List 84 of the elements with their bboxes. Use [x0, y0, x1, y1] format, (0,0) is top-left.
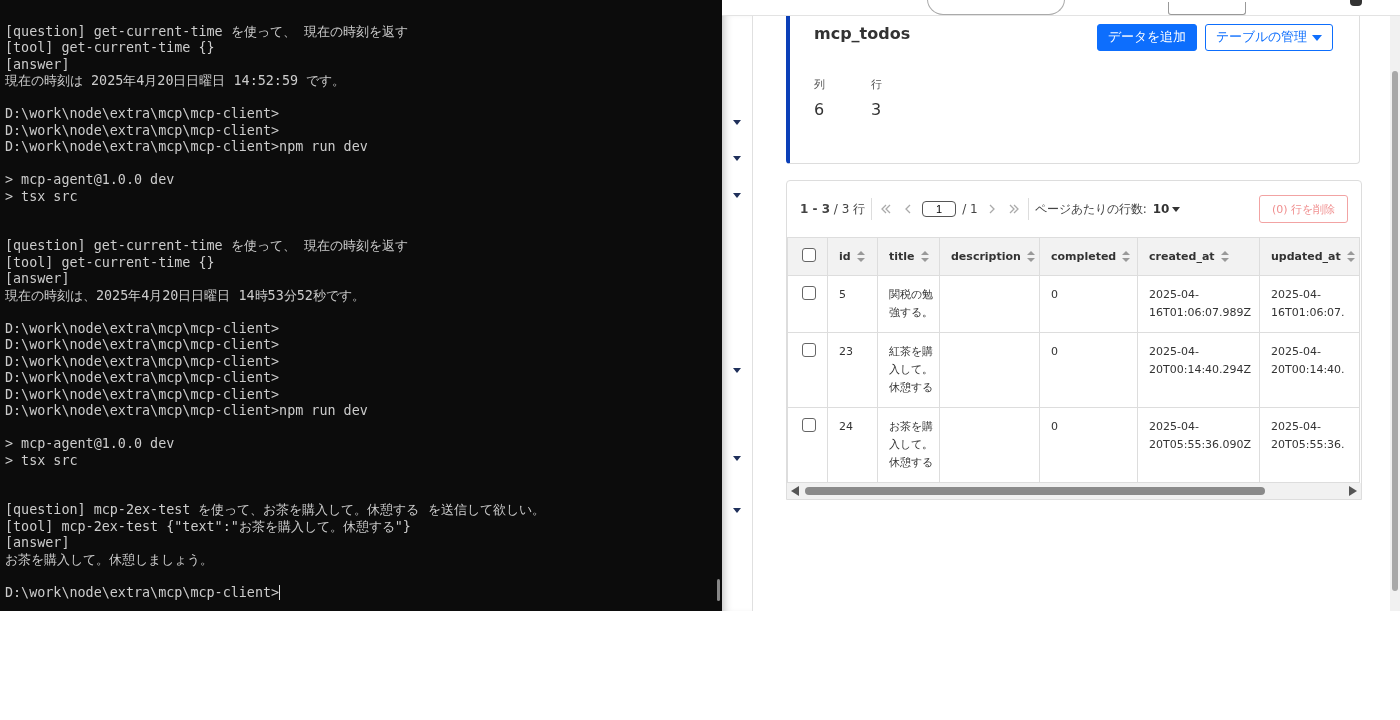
terminal-line: D:\work\node\extra\mcp\mcp-client>: [5, 353, 280, 370]
terminal-line: D:\work\node\extra\mcp\mcp-client>: [5, 337, 280, 354]
terminal-line: D:\work\node\extra\mcp\mcp-client>npm run dev: [5, 139, 368, 156]
row-checkbox[interactable]: [802, 418, 816, 432]
terminal-line: [tool] mcp-2ex-test {"text":"お茶を購入して。休憩する"}: [5, 518, 411, 535]
horizontal-scrollbar[interactable]: [787, 483, 1361, 499]
table-cell-text: 0: [1051, 344, 1059, 360]
terminal-line: [tool] get-current-time {}: [5, 40, 215, 57]
terminal-line: D:\work\node\extra\mcp\mcp-client>npm run dev: [5, 403, 368, 420]
add-button[interactable]: [1168, 2, 1246, 15]
stat-label: 行: [871, 77, 882, 92]
caret-icon[interactable]: [733, 456, 741, 461]
table-cell-text: 24: [839, 419, 854, 435]
sort-icon[interactable]: [1220, 251, 1229, 262]
terminal-line: [answer]: [5, 271, 70, 288]
caret-icon[interactable]: [733, 508, 741, 513]
column-header[interactable]: id: [839, 250, 851, 263]
table-cell-text: 2025-04-16T01:06:07.989Z: [1149, 287, 1253, 321]
manage-table-button[interactable]: テーブルの管理: [1205, 24, 1333, 51]
table-cell-text: 5: [839, 287, 847, 303]
page-count: / 1: [962, 202, 978, 216]
text-cursor: [279, 585, 281, 601]
table-cell-text: 2025-04-16T01:06:07.: [1271, 287, 1346, 321]
terminal-line: > mcp-agent@1.0.0 dev: [5, 436, 175, 453]
stat-label: 列: [814, 77, 825, 92]
table-cell-text: 2025-04-20T05:55:36.090Z: [1149, 419, 1253, 453]
terminal-line: [question] get-current-time を使って、 現在の時刻を返す: [5, 23, 408, 40]
scroll-left-icon[interactable]: [791, 486, 799, 496]
table-title: mcp_todos: [814, 24, 911, 43]
rows-per-page-label: ページあたりの行数:: [1034, 200, 1147, 218]
scrollbar-thumb[interactable]: [717, 579, 720, 601]
terminal-line: > tsx src: [5, 188, 78, 205]
caret-icon[interactable]: [733, 120, 741, 125]
terminal-line: D:\work\node\extra\mcp\mcp-client>: [5, 320, 280, 337]
caret-icon: [1312, 34, 1322, 41]
last-page-icon[interactable]: [1007, 203, 1020, 215]
sort-icon[interactable]: [1346, 251, 1355, 262]
page-input[interactable]: 1: [922, 201, 957, 217]
terminal-line: [answer]: [5, 535, 70, 552]
terminal-line: [question] mcp-2ex-test を使って、お茶を購入して。休憩する を送信して欲しい。: [5, 502, 545, 519]
caret-icon: [1172, 206, 1181, 212]
caret-icon[interactable]: [733, 156, 741, 161]
terminal-line: 現在の時刻は 2025年4月20日日曜日 14:52:59 です。: [5, 73, 346, 90]
caret-icon[interactable]: [733, 368, 741, 373]
table-cell-text: 2025-04-20T00:14:40.294Z: [1149, 344, 1253, 378]
vertical-scrollbar[interactable]: [1390, 16, 1400, 611]
table-cell-text: 紅茶を購入して。休憩する: [889, 344, 934, 396]
sort-icon[interactable]: [1026, 251, 1035, 262]
first-page-icon[interactable]: [880, 203, 893, 215]
terminal-line: D:\work\node\extra\mcp\mcp-client>: [5, 106, 280, 123]
terminal-line: D:\work\node\extra\mcp\mcp-client>: [5, 370, 280, 387]
column-header[interactable]: created_at: [1149, 250, 1215, 263]
terminal-line: D:\work\node\extra\mcp\mcp-client>: [5, 386, 280, 403]
scroll-right-icon[interactable]: [1349, 486, 1357, 496]
table-cell-text: 0: [1051, 287, 1059, 303]
add-data-button[interactable]: データを追加: [1097, 24, 1197, 51]
sort-icon[interactable]: [1122, 251, 1131, 262]
row-checkbox[interactable]: [802, 286, 816, 300]
terminal-line: [answer]: [5, 56, 70, 73]
row-checkbox[interactable]: [802, 343, 816, 357]
sort-icon[interactable]: [920, 251, 929, 262]
table-cell-text: 0: [1051, 419, 1059, 435]
stat-value: 3: [871, 100, 882, 119]
table-cell-text: 23: [839, 344, 854, 360]
terminal-line: お茶を購入して。休憩しましょう。: [5, 551, 213, 568]
stat-value: 6: [814, 100, 825, 119]
table-cell-text: 関税の勉強する。: [889, 287, 934, 321]
terminal-line: > tsx src: [5, 452, 78, 469]
select-all-checkbox[interactable]: [802, 248, 816, 262]
table-cell-text: 2025-04-20T00:14:40.: [1271, 344, 1346, 378]
terminal-prompt: D:\work\node\extra\mcp\mcp-client>: [5, 584, 280, 601]
column-header[interactable]: title: [889, 250, 915, 263]
rows-per-page-select[interactable]: 10: [1152, 202, 1181, 216]
user-icon[interactable]: [1350, 0, 1362, 6]
terminal-line: [tool] get-current-time {}: [5, 254, 215, 271]
row-range: 1 - 3 / 3 行: [800, 200, 866, 218]
terminal-line: D:\work\node\extra\mcp\mcp-client>: [5, 122, 280, 139]
caret-icon[interactable]: [733, 193, 741, 198]
terminal-line: 現在の時刻は、2025年4月20日日曜日 14時53分52秒です。: [5, 287, 365, 304]
table-cell-text: 2025-04-20T05:55:36.: [1271, 419, 1346, 453]
terminal-line: [question] get-current-time を使って、 現在の時刻を返す: [5, 238, 408, 255]
terminal-line: > mcp-agent@1.0.0 dev: [5, 172, 175, 189]
sort-icon[interactable]: [856, 251, 865, 262]
table-cell-text: お茶を購入して。休憩する: [889, 419, 934, 471]
